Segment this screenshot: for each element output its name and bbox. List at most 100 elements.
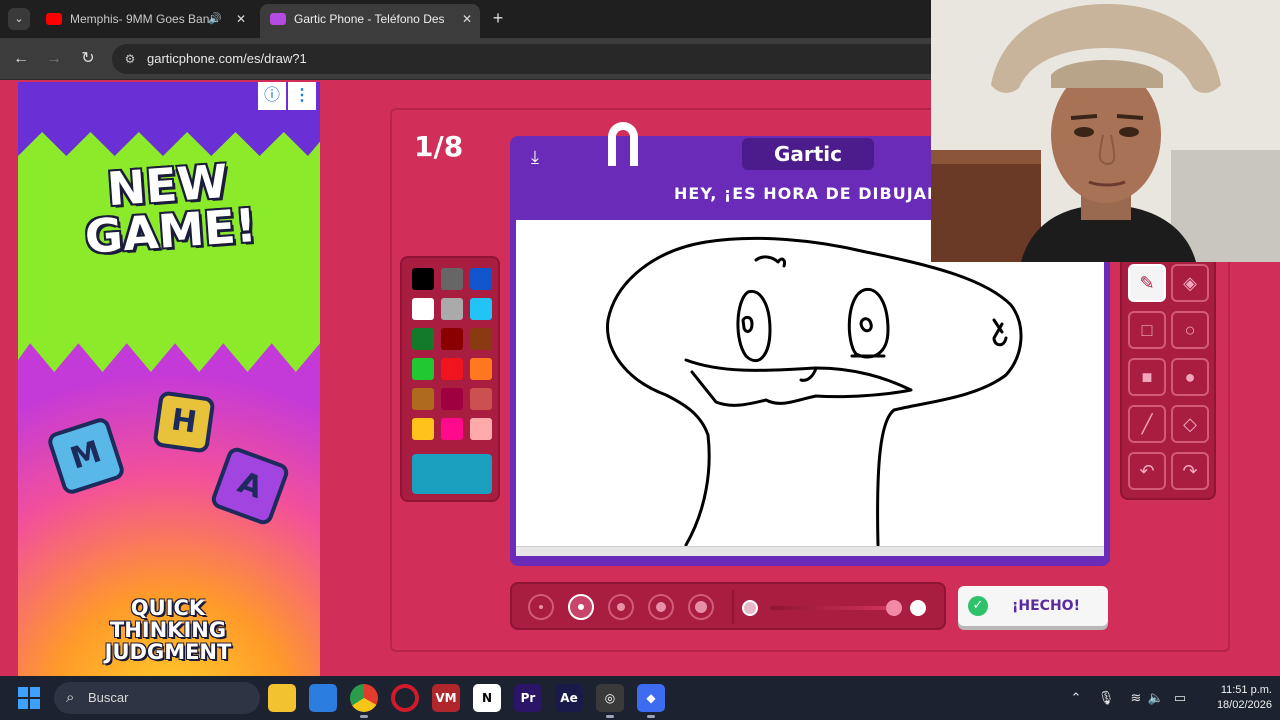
brush-size-dot [539, 605, 543, 609]
brush-size-button[interactable] [568, 594, 594, 620]
color-swatch[interactable] [470, 328, 492, 350]
color-swatch[interactable] [441, 298, 463, 320]
opacity-slider[interactable] [770, 606, 900, 610]
paint-bucket-icon[interactable]: ◇ [1171, 405, 1209, 443]
color-swatch[interactable] [441, 328, 463, 350]
site-info-icon[interactable]: ⚙ [122, 51, 138, 67]
tab-youtube[interactable]: Memphis- 9MM Goes Bang 🔊 ✕ [36, 4, 254, 38]
notion-icon[interactable]: N [473, 684, 501, 712]
color-swatch[interactable] [412, 388, 434, 410]
ad-banner[interactable]: NEW GAME! M H A QUICK THINKING JUDGMENT … [18, 82, 320, 676]
tab-title: Gartic Phone - Teléfono Descon [294, 12, 444, 26]
color-swatch[interactable] [412, 268, 434, 290]
opacity-max-icon [886, 600, 902, 616]
close-icon[interactable]: ✕ [236, 4, 246, 34]
square-filled-icon[interactable]: ■ [1128, 358, 1166, 396]
app-diamond-icon[interactable]: ◆ [637, 684, 665, 718]
screen: ⌄ Memphis- 9MM Goes Bang 🔊 ✕ Gartic Phon… [0, 0, 1280, 720]
new-tab-button[interactable]: + [488, 8, 508, 28]
brush-size-dot [656, 602, 666, 612]
obs-studio-icon[interactable]: ◎ [596, 684, 624, 718]
microsoft-store-icon[interactable] [309, 684, 337, 712]
tool-panel: ✎ ◈ □ ○ ■ ● ╱ ◇ ↶ ↷ [1120, 256, 1216, 500]
windows-taskbar: ⌕ Buscar O VM N Pr Ae ◎ ◆ ⌃ 🎙 ≋ 🔈 ▭ 11:51 p.m.… [0, 676, 1280, 720]
volume-icon[interactable]: 🔈 [1146, 688, 1166, 708]
reload-icon[interactable]: ↻ [77, 48, 99, 70]
opera-icon[interactable]: O [391, 684, 419, 712]
gartic-logo: Gartic [742, 138, 874, 170]
chrome-icon[interactable] [350, 684, 378, 718]
canvas-base [516, 546, 1104, 556]
file-explorer-icon[interactable] [268, 684, 296, 712]
tab-title: Memphis- 9MM Goes Bang [70, 12, 210, 26]
brush-size-button[interactable] [648, 594, 674, 620]
circle-filled-icon[interactable]: ● [1171, 358, 1209, 396]
clock-time: 11:51 p.m. [1220, 684, 1272, 696]
opacity-slider-thumb[interactable] [910, 600, 926, 616]
color-swatch[interactable] [441, 418, 463, 440]
color-palette [400, 256, 500, 502]
line-icon[interactable]: ╱ [1128, 405, 1166, 443]
taskbar-search[interactable]: ⌕ Buscar [54, 682, 260, 714]
webcam-overlay [931, 0, 1280, 262]
color-swatch[interactable] [470, 358, 492, 380]
forward-arrow-icon[interactable]: → [43, 48, 65, 70]
check-icon: ✓ [968, 596, 988, 616]
color-swatch[interactable] [412, 298, 434, 320]
system-clock[interactable]: 11:51 p.m. 18/02/2026 [1196, 683, 1272, 713]
color-swatch[interactable] [412, 358, 434, 380]
brush-size-dot [695, 601, 707, 613]
color-swatch[interactable] [441, 358, 463, 380]
url-text[interactable]: garticphone.com/es/draw?1 [147, 51, 307, 66]
ad-info-icon[interactable]: ⓘ [258, 82, 286, 110]
drawing-canvas[interactable] [516, 220, 1104, 554]
color-swatch[interactable] [412, 418, 434, 440]
ad-more-icon[interactable]: ⋮ [288, 82, 316, 110]
microphone-icon[interactable]: 🎙 [1096, 688, 1116, 708]
voicemeeter-icon[interactable]: VM [432, 684, 460, 712]
done-button[interactable]: ✓ ¡HECHO! [958, 586, 1108, 626]
webcam-person-image [931, 0, 1280, 262]
color-swatch[interactable] [441, 268, 463, 290]
windows-start-icon[interactable] [18, 687, 40, 709]
clock-date: 18/02/2026 [1216, 699, 1272, 711]
opacity-min-icon[interactable] [742, 600, 758, 616]
brush-size-dot [578, 604, 584, 610]
search-icon: ⌕ [66, 689, 75, 706]
color-swatch[interactable] [441, 388, 463, 410]
redo-icon[interactable]: ↷ [1171, 452, 1209, 490]
color-swatch[interactable] [470, 418, 492, 440]
brush-size-button[interactable] [528, 594, 554, 620]
brush-size-dot [617, 603, 625, 611]
tab-gartic-phone[interactable]: Gartic Phone - Teléfono Descon ✕ [260, 4, 480, 38]
color-swatch[interactable] [470, 268, 492, 290]
battery-icon[interactable]: ▭ [1170, 688, 1190, 708]
tab-search-chevron-icon[interactable]: ⌄ [8, 8, 30, 30]
ad-title: NEW GAME! [83, 153, 259, 264]
after-effects-icon[interactable]: Ae [555, 684, 583, 712]
back-arrow-icon[interactable]: ← [10, 48, 32, 70]
square-outline-icon[interactable]: □ [1128, 311, 1166, 349]
search-placeholder: Buscar [88, 690, 129, 705]
premiere-pro-icon[interactable]: Pr [514, 684, 542, 712]
download-icon[interactable]: ⤓ [524, 146, 546, 168]
ad-tagline: QUICK THINKING JUDGMENT [104, 596, 232, 664]
color-swatch[interactable] [470, 298, 492, 320]
close-icon[interactable]: ✕ [462, 4, 472, 34]
wifi-icon[interactable]: ≋ [1126, 688, 1146, 708]
ad-letter-tile: H [152, 390, 216, 454]
logo-hook-decoration [608, 122, 638, 166]
brush-size-button[interactable] [608, 594, 634, 620]
speaker-icon[interactable]: 🔊 [208, 4, 222, 34]
chevron-up-icon[interactable]: ⌃ [1066, 688, 1086, 708]
circle-outline-icon[interactable]: ○ [1171, 311, 1209, 349]
eraser-icon[interactable]: ◈ [1171, 264, 1209, 302]
color-swatch[interactable] [470, 388, 492, 410]
current-color-swatch[interactable] [412, 454, 492, 494]
user-drawing [606, 236, 1023, 547]
undo-icon[interactable]: ↶ [1128, 452, 1166, 490]
brush-size-button[interactable] [688, 594, 714, 620]
pencil-icon[interactable]: ✎ [1128, 264, 1166, 302]
color-swatch[interactable] [412, 328, 434, 350]
round-counter: 1/8 [414, 130, 464, 163]
